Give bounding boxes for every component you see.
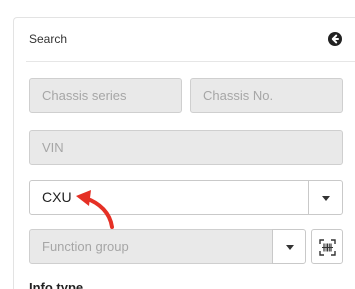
arrow-left-circle-icon: [331, 34, 339, 44]
chassis-number-field[interactable]: Chassis No.: [190, 78, 343, 113]
caret-down-icon: [322, 196, 330, 201]
header-divider: [26, 61, 355, 62]
vin-field[interactable]: VIN: [29, 130, 343, 165]
function-group-field[interactable]: Function group: [29, 229, 273, 264]
cxu-dropdown-button[interactable]: [308, 180, 343, 215]
search-panel: Search Chassis series Chassis No. VIN CX…: [13, 17, 355, 289]
cxu-select[interactable]: CXU: [29, 180, 309, 215]
back-button[interactable]: [328, 32, 342, 46]
chassis-series-field[interactable]: Chassis series: [29, 78, 182, 113]
caret-down-icon: [286, 245, 294, 250]
panel-title: Search: [29, 32, 68, 46]
scan-button[interactable]: [311, 229, 343, 264]
barcode-scan-icon: [319, 239, 336, 256]
function-group-dropdown-button[interactable]: [272, 229, 306, 264]
